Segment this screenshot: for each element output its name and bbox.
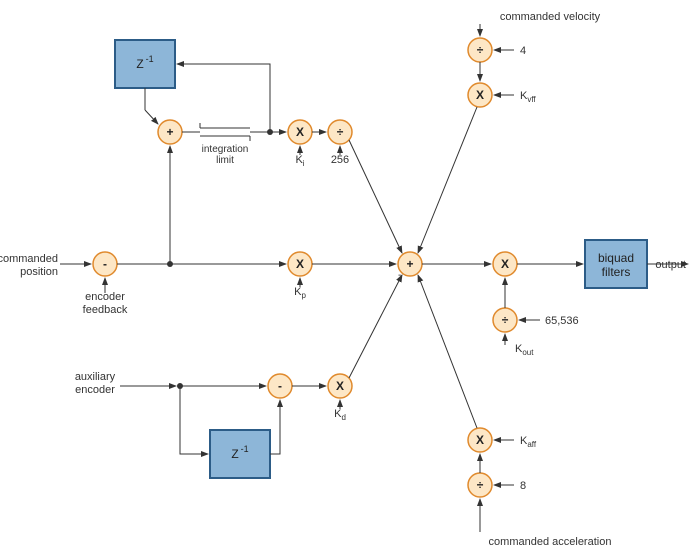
op-div-65536-sym: ÷ bbox=[502, 313, 509, 327]
wire-z1-down-b bbox=[145, 110, 158, 124]
label-commanded-accel: commanded acceleration bbox=[489, 536, 612, 548]
label-const-4: 4 bbox=[520, 45, 526, 57]
label-aux-encoder-l1: auxiliary bbox=[75, 371, 116, 383]
op-mult-kvff-sym: X bbox=[476, 88, 484, 102]
op-mult-kaff-sym: X bbox=[476, 433, 484, 447]
control-diagram: commanded velocity commanded position en… bbox=[0, 0, 700, 555]
label-integration-limit-l2: limit bbox=[216, 155, 234, 166]
block-delay-top bbox=[115, 40, 175, 88]
wire-int-to-sum bbox=[349, 140, 402, 253]
label-output: output bbox=[655, 259, 686, 271]
op-mult-kp-sym: X bbox=[296, 257, 304, 271]
label-commanded-position-l1: commanded bbox=[0, 253, 58, 265]
wire-z2-to-minus bbox=[270, 400, 280, 454]
op-div-vel-sym: ÷ bbox=[477, 43, 484, 57]
op-minus-pos-sym: - bbox=[103, 257, 107, 271]
op-div-accel-sym: ÷ bbox=[477, 478, 484, 492]
op-mult-ki-sym: X bbox=[296, 125, 304, 139]
op-mult-kd-sym: X bbox=[336, 379, 344, 393]
op-div-256-sym: ÷ bbox=[337, 125, 344, 139]
op-sum-integrator-sym: + bbox=[166, 125, 173, 139]
label-kout: Kout bbox=[515, 343, 534, 357]
block-delay-bottom bbox=[210, 430, 270, 478]
op-sum-main-sym: + bbox=[406, 257, 413, 271]
block-biquad-text-l2: filters bbox=[602, 265, 631, 279]
wire-fb-to-z1 bbox=[177, 64, 270, 132]
label-kvff: Kvff bbox=[520, 90, 536, 104]
wire-kaff-to-sum bbox=[418, 275, 477, 428]
block-integration-limit bbox=[200, 123, 250, 141]
wire-aux-to-z2 bbox=[180, 386, 208, 454]
label-encoder-fb-l2: feedback bbox=[83, 304, 128, 316]
label-ki: Ki bbox=[295, 154, 304, 168]
op-minus-aux-sym: - bbox=[278, 379, 282, 393]
label-aux-encoder-l2: encoder bbox=[75, 384, 115, 396]
label-kaff: Kaff bbox=[520, 435, 537, 449]
label-256: 256 bbox=[331, 154, 349, 166]
op-mult-kout-sym: X bbox=[501, 257, 509, 271]
label-kp: Kp bbox=[294, 286, 306, 300]
label-commanded-position-l2: position bbox=[20, 266, 58, 278]
wire-kd-to-sum bbox=[349, 275, 402, 378]
label-kd: Kd bbox=[334, 408, 346, 422]
label-65536: 65,536 bbox=[545, 315, 579, 327]
label-commanded-velocity: commanded velocity bbox=[500, 11, 601, 23]
wire-kvff-to-sum bbox=[418, 107, 477, 253]
label-const-8: 8 bbox=[520, 480, 526, 492]
block-biquad-text-l1: biquad bbox=[598, 251, 634, 265]
label-integration-limit-l1: integration bbox=[202, 144, 249, 155]
